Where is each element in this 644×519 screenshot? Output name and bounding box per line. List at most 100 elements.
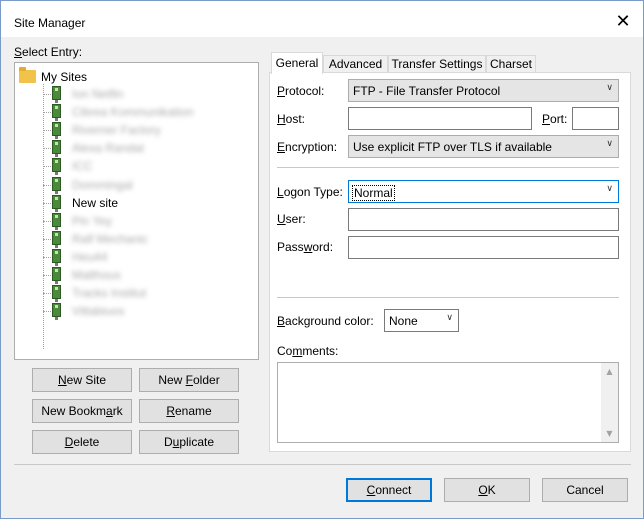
tree-item[interactable]: Alexa Randat [43, 139, 253, 158]
window-title: Site Manager [14, 16, 86, 30]
encryption-label: Encryption: [277, 140, 338, 154]
tree-connector [43, 130, 51, 132]
title-bar[interactable]: Site Manager ✕ [1, 1, 643, 37]
encryption-value: Use explicit FTP over TLS if available [353, 140, 552, 154]
tree-item-label: Alexa Randat [72, 141, 145, 156]
select-entry-mnemonic: S [14, 45, 23, 59]
background-color-label: Background color: [277, 314, 374, 328]
tree-item-label: Malthous [72, 268, 121, 282]
separator [277, 167, 619, 168]
select-entry-label: Select Entry: [14, 45, 83, 59]
protocol-value: FTP - File Transfer Protocol [353, 84, 501, 98]
new-site-button[interactable]: New Site [32, 368, 132, 392]
new-bookmark-button[interactable]: New Bookmark [32, 399, 132, 423]
chevron-down-icon: ∨ [606, 184, 613, 194]
tree-item-label: Tracks Institut [72, 286, 147, 301]
tree-item[interactable]: Ralf Mechanic [43, 230, 253, 248]
logon-type-label: Logon Type: [277, 185, 343, 199]
tree-item-label: Vittabiuos [72, 304, 125, 319]
tree-connector [43, 202, 51, 204]
tree-connector [43, 94, 51, 95]
tree-item[interactable]: Ion Netfin [43, 85, 253, 103]
site-tree[interactable]: My Sites Ion Netfin Cibrea Kommunikation R… [14, 62, 259, 360]
tree-item[interactable]: New site [43, 194, 253, 212]
password-input[interactable] [348, 236, 619, 259]
chevron-down-icon: ∨ [606, 83, 613, 93]
tree-item-label: Riverner Factory [72, 123, 161, 138]
user-input[interactable] [348, 208, 619, 231]
bottom-separator [14, 464, 631, 465]
server-icon [52, 176, 61, 194]
tree-connector [43, 311, 51, 313]
tree-item-label: Dommingal [72, 177, 133, 192]
tab-general[interactable]: General [271, 52, 323, 74]
tree-item-label: Pin Yey [72, 213, 113, 228]
chevron-down-icon: ∨ [446, 313, 453, 323]
encryption-select[interactable]: Use explicit FTP over TLS if available ∨ [348, 135, 619, 158]
tree-item-label: ICC [72, 159, 93, 174]
close-icon[interactable]: ✕ [613, 11, 633, 31]
comments-textarea[interactable]: ▲ ▼ [277, 362, 619, 443]
tree-item[interactable]: Heu44 [43, 248, 253, 266]
connect-button[interactable]: Connect [346, 478, 432, 502]
server-icon [52, 86, 61, 103]
port-label: Port: [542, 112, 568, 126]
scroll-up-icon[interactable]: ▲ [601, 363, 618, 380]
password-label: Password: [277, 240, 334, 254]
tree-item[interactable]: Cibrea Kommunikation [43, 103, 253, 122]
tree-item[interactable]: Riverner Factory [43, 121, 253, 140]
tree-item-label: New site [72, 195, 119, 210]
host-label: Host: [277, 112, 306, 126]
tree-item[interactable]: Vittabiuos [43, 302, 253, 321]
tree-item[interactable]: Dommingal [43, 176, 253, 194]
folder-icon [19, 67, 36, 83]
port-input[interactable] [572, 107, 619, 130]
tree-item[interactable]: Pin Yey [43, 212, 253, 230]
host-input[interactable] [348, 107, 532, 130]
tree-connector [43, 148, 51, 150]
background-color-select[interactable]: None ∨ [384, 309, 459, 332]
tree-connector [43, 166, 51, 168]
ok-button[interactable]: OK [444, 478, 530, 502]
separator [277, 297, 619, 298]
tree-item[interactable]: ICC [43, 157, 253, 176]
cancel-button[interactable]: Cancel [542, 478, 628, 502]
user-label: User: [277, 212, 306, 226]
chevron-down-icon: ∨ [606, 139, 613, 149]
duplicate-button[interactable]: Duplicate [139, 430, 239, 454]
tree-item[interactable]: Malthous [43, 266, 253, 284]
tree-connector [43, 220, 51, 222]
tree-item-label: Cibrea Kommunikation [72, 105, 194, 120]
server-icon [52, 248, 61, 266]
server-icon [52, 285, 61, 303]
tree-item-label: Ion Netfin [72, 87, 124, 101]
protocol-select[interactable]: FTP - File Transfer Protocol ∨ [348, 79, 619, 102]
site-manager-window: Site Manager ✕ Select Entry: My Sites Io… [0, 0, 644, 519]
tree-item-label: Heu44 [72, 249, 108, 264]
tree-connector [43, 238, 51, 240]
server-icon [52, 122, 61, 140]
delete-button[interactable]: Delete [32, 430, 132, 454]
server-icon [52, 267, 61, 284]
new-folder-button[interactable]: New Folder [139, 368, 239, 392]
server-icon [52, 194, 61, 212]
tree-connector [43, 112, 51, 114]
server-icon [52, 212, 61, 230]
server-icon [52, 303, 61, 321]
server-icon [52, 140, 61, 158]
logon-type-select[interactable]: Normal ∨ [348, 180, 619, 203]
tree-item[interactable]: Tracks Institut [43, 284, 253, 303]
scroll-down-icon[interactable]: ▼ [601, 425, 618, 442]
comments-label: Comments: [277, 344, 339, 358]
tree-connector [43, 184, 51, 186]
protocol-label: Protocol: [277, 84, 325, 98]
logon-type-value: Normal [352, 185, 395, 201]
tree-root-label: My Sites [41, 70, 88, 84]
server-icon [52, 158, 61, 176]
comments-scrollbar[interactable]: ▲ ▼ [601, 363, 618, 442]
tree-connector [43, 293, 51, 295]
rename-button[interactable]: Rename [139, 399, 239, 423]
tree-item-label: Ralf Mechanic [72, 231, 149, 246]
server-icon [52, 230, 61, 248]
tree-connector [43, 275, 51, 276]
